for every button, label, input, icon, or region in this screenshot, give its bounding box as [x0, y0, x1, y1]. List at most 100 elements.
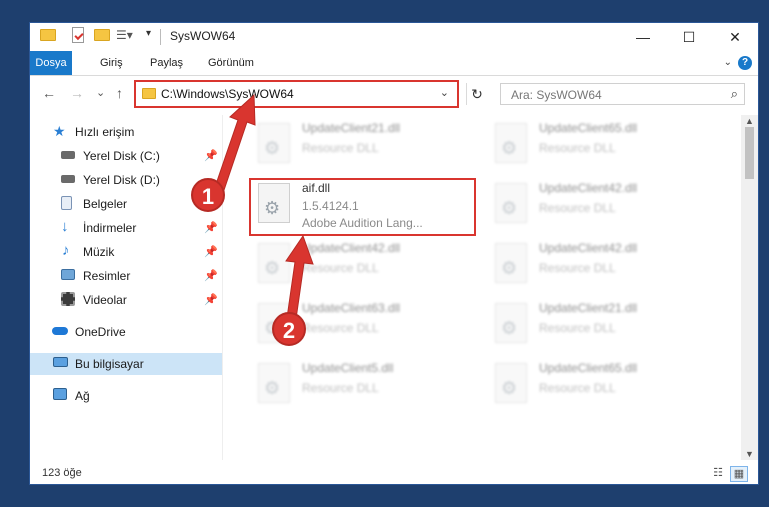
sidebar-item-label: Hızlı erişim	[75, 125, 135, 139]
file-name: UpdateClient42.dll	[539, 241, 638, 255]
file-tile[interactable]: UpdateClient65.dll Resource DLL	[487, 359, 707, 411]
sidebar-item-label: Videolar	[83, 293, 127, 307]
file-name: UpdateClient5.dll	[302, 361, 394, 375]
file-type: Resource DLL	[539, 261, 616, 275]
explorer-window: ☰▾ ▾ SysWOW64 — ☐ ✕ Dosya Giriş Paylaş G…	[29, 22, 759, 485]
item-count: 123 öğe	[42, 467, 82, 479]
large-icons-view-icon[interactable]: ▦	[730, 466, 748, 482]
sidebar-item-videos[interactable]: Videolar 📌	[30, 289, 222, 311]
drive-icon	[61, 151, 75, 159]
sidebar-item-pictures[interactable]: Resimler 📌	[30, 265, 222, 287]
music-icon: ♪	[62, 242, 70, 259]
new-folder-icon[interactable]	[94, 29, 110, 41]
recent-locations-button[interactable]: ⌄	[96, 86, 105, 99]
close-button[interactable]: ✕	[712, 23, 758, 51]
file-type: Resource DLL	[539, 201, 616, 215]
search-box[interactable]: Ara: SysWOW64 ⌕	[500, 83, 745, 105]
step-1-badge: 1	[191, 178, 225, 212]
file-tile[interactable]: UpdateClient21.dll Resource DLL	[487, 299, 707, 351]
dll-file-icon	[258, 123, 290, 163]
file-type: Resource DLL	[302, 381, 379, 395]
sidebar-item-label: İndirmeler	[83, 221, 137, 235]
help-icon[interactable]: ?	[738, 56, 752, 70]
search-placeholder[interactable]: Ara: SysWOW64	[511, 88, 602, 102]
up-button[interactable]: ↑	[116, 85, 123, 101]
sidebar-item-network[interactable]: Ağ	[30, 385, 222, 407]
sidebar-item-music[interactable]: ♪ Müzik 📌	[30, 241, 222, 263]
network-icon	[53, 388, 67, 400]
address-path[interactable]: C:\Windows\SysWOW64	[161, 87, 294, 101]
folder-icon	[142, 88, 156, 99]
maximize-button[interactable]: ☐	[666, 23, 712, 51]
scroll-down-icon[interactable]: ▼	[741, 449, 758, 459]
sidebar-item-drive-c[interactable]: Yerel Disk (C:) 📌	[30, 145, 222, 167]
file-name: UpdateClient42.dll	[302, 241, 401, 255]
dll-file-icon	[495, 303, 527, 343]
title-bar: ☰▾ ▾ SysWOW64 — ☐ ✕	[30, 23, 758, 51]
file-name: UpdateClient63.dll	[302, 301, 401, 315]
highlight-box-aif-dll	[249, 178, 476, 236]
file-tile[interactable]: UpdateClient42.dll Resource DLL	[250, 239, 470, 291]
sidebar-item-downloads[interactable]: ↓ İndirmeler 📌	[30, 217, 222, 239]
sidebar-item-label: OneDrive	[75, 325, 126, 339]
drive-icon	[61, 175, 75, 183]
scroll-thumb[interactable]	[745, 127, 754, 179]
star-icon: ★	[53, 123, 66, 139]
file-tile[interactable]: UpdateClient65.dll Resource DLL	[487, 119, 707, 171]
tab-share[interactable]: Paylaş	[142, 51, 191, 75]
dll-file-icon	[495, 363, 527, 403]
dll-file-icon	[258, 243, 290, 283]
vertical-scrollbar[interactable]: ▲ ▼	[741, 115, 758, 460]
sidebar-item-quick-access[interactable]: ★ Hızlı erişim	[30, 121, 222, 143]
file-tile[interactable]: UpdateClient21.dll Resource DLL	[250, 119, 470, 171]
sidebar-item-label: Bu bilgisayar	[75, 357, 144, 371]
tab-view[interactable]: Görünüm	[200, 51, 262, 75]
refresh-button[interactable]: ↻	[466, 83, 487, 105]
minimize-button[interactable]: —	[620, 23, 666, 51]
sidebar-item-label: Resimler	[83, 269, 131, 283]
dll-file-icon	[495, 123, 527, 163]
file-type: Resource DLL	[539, 321, 616, 335]
properties-icon[interactable]	[72, 27, 84, 43]
sidebar-item-label: Yerel Disk (C:)	[83, 149, 160, 163]
forward-button[interactable]: →	[70, 85, 84, 101]
divider	[160, 29, 161, 45]
pin-icon: 📌	[204, 270, 218, 282]
chevron-down-icon[interactable]: ⌄	[440, 86, 449, 99]
sidebar-item-this-pc[interactable]: Bu bilgisayar	[30, 353, 222, 375]
step-2-badge: 2	[272, 312, 306, 346]
file-type: Resource DLL	[302, 261, 379, 275]
file-tile[interactable]: UpdateClient5.dll Resource DLL	[250, 359, 470, 411]
documents-icon	[61, 196, 72, 210]
file-type: Resource DLL	[539, 141, 616, 155]
dll-file-icon	[495, 243, 527, 283]
sidebar-item-label: Ağ	[75, 389, 90, 403]
back-button[interactable]: ←	[42, 85, 56, 101]
tab-home[interactable]: Giriş	[92, 51, 131, 75]
status-bar: 123 öğe ☷ ▦	[30, 463, 758, 484]
sidebar-item-onedrive[interactable]: OneDrive	[30, 321, 222, 343]
address-bar[interactable]: C:\Windows\SysWOW64 ⌄	[134, 80, 459, 108]
sidebar-item-label: Müzik	[83, 245, 115, 259]
pictures-icon	[61, 269, 75, 280]
file-type: Resource DLL	[302, 321, 379, 335]
quick-access-customize-icon[interactable]: ☰▾	[116, 28, 133, 42]
file-name: UpdateClient65.dll	[539, 361, 638, 375]
file-list: UpdateClient21.dll Resource DLL UpdateCl…	[222, 115, 742, 460]
file-name: UpdateClient21.dll	[302, 121, 401, 135]
scroll-up-icon[interactable]: ▲	[741, 116, 758, 126]
pin-icon: 📌	[204, 150, 218, 162]
chevron-down-icon[interactable]: ▾	[146, 28, 151, 39]
folder-icon	[40, 29, 56, 41]
expand-ribbon-icon[interactable]: ⌄	[724, 57, 732, 68]
file-tile[interactable]: UpdateClient42.dll Resource DLL	[487, 239, 707, 291]
details-view-icon[interactable]: ☷	[710, 466, 726, 480]
tab-file[interactable]: Dosya	[30, 51, 72, 75]
ribbon-tabs: Dosya Giriş Paylaş Görünüm ⌄ ?	[30, 51, 758, 76]
pin-icon: 📌	[204, 222, 218, 234]
file-tile[interactable]: UpdateClient42.dll Resource DLL	[487, 179, 707, 231]
file-type: Resource DLL	[302, 141, 379, 155]
file-name: UpdateClient21.dll	[539, 301, 638, 315]
window-title: SysWOW64	[170, 29, 236, 43]
search-icon[interactable]: ⌕	[731, 86, 738, 102]
